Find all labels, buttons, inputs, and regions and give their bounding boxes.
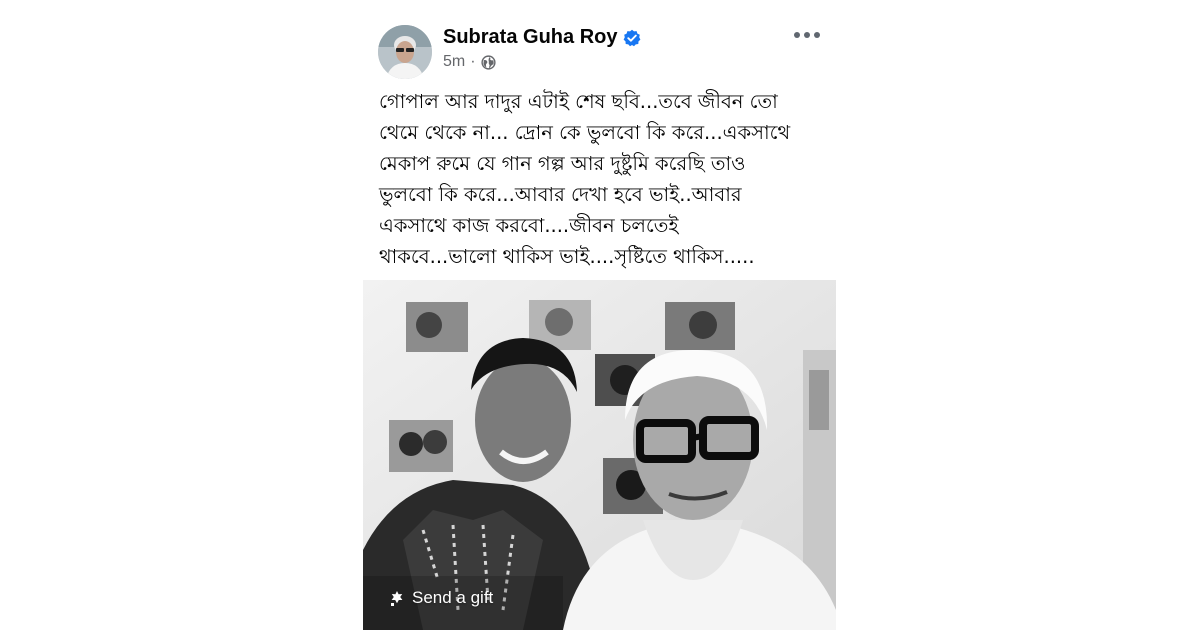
author-avatar[interactable] xyxy=(378,25,432,79)
facebook-post: Subrata Guha Roy 5m · গোপাল আর দাদুর এটা… xyxy=(363,0,836,630)
avatar-image xyxy=(378,25,432,79)
more-options-icon xyxy=(794,32,820,38)
photo-image xyxy=(363,280,836,630)
post-text-line: মেকাপ রুমে যে গান গল্প আর দুষ্টুমি করেছি… xyxy=(379,152,746,175)
post-meta: 5m · xyxy=(443,53,496,71)
post-text-line: গোপাল আর দাদুর এটাই শেষ ছবি...তবে জীবন ত… xyxy=(379,90,778,113)
author-name[interactable]: Subrata Guha Roy xyxy=(443,26,617,49)
author-row: Subrata Guha Roy xyxy=(443,26,641,49)
gift-icon xyxy=(388,589,406,607)
meta-separator: · xyxy=(470,53,476,70)
post-text-line: থাকবে...ভালো থাকিস ভাই....সৃষ্টিতে থাকিস… xyxy=(379,245,755,268)
post-text: গোপাল আর দাদুর এটাই শেষ ছবি...তবে জীবন ত… xyxy=(379,86,829,272)
post-timestamp[interactable]: 5m xyxy=(443,53,465,71)
send-gift-button[interactable]: Send a gift xyxy=(388,588,493,608)
post-photo[interactable] xyxy=(363,280,836,630)
more-options-button[interactable] xyxy=(791,23,825,47)
globe-icon[interactable] xyxy=(480,54,496,70)
post-text-line: থেমে থেকে না... দ্রোন কে ভুলবো কি করে...… xyxy=(379,121,791,144)
verified-badge-icon xyxy=(623,29,641,47)
send-gift-label: Send a gift xyxy=(412,588,494,607)
post-text-line: ভুলবো কি করে...আবার দেখা হবে ভাই..আবার xyxy=(379,183,742,206)
post-text-line: একসাথে কাজ করবো....জীবন চলতেই xyxy=(379,214,679,237)
